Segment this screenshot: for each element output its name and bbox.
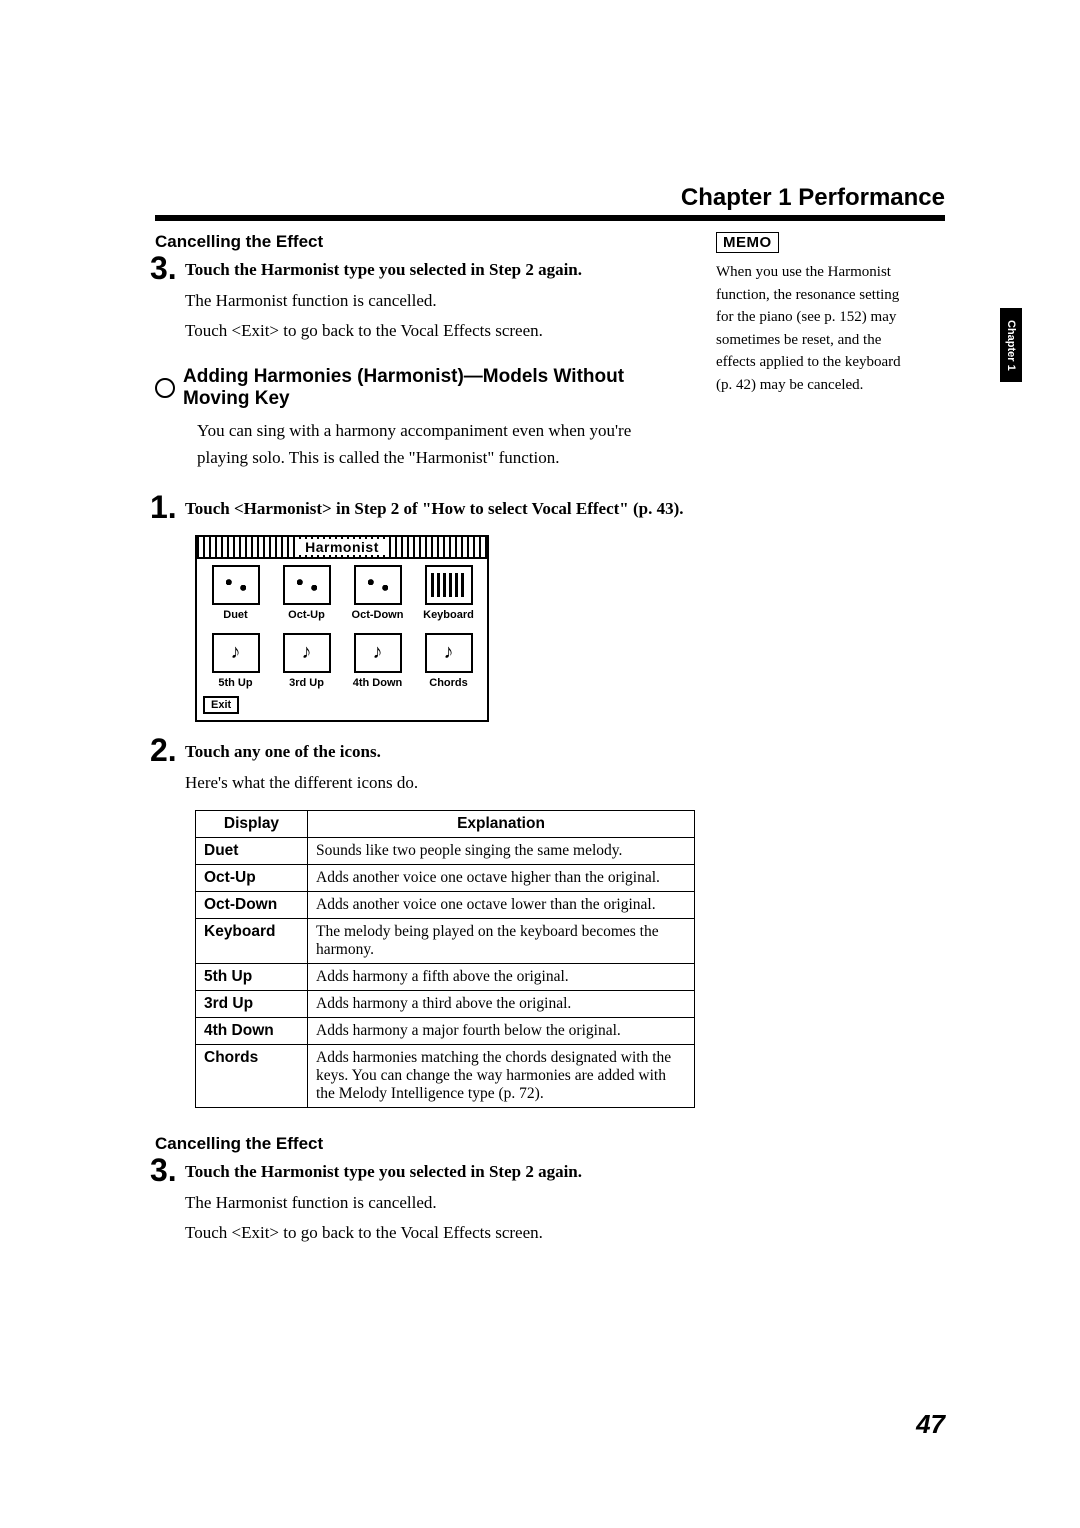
cancel-heading-2: Cancelling the Effect <box>155 1134 685 1154</box>
cell-explanation: Adds harmony a major fourth below the or… <box>308 1018 695 1045</box>
table-body: DuetSounds like two people singing the s… <box>196 838 695 1108</box>
lcd-title-text: Harmonist <box>297 539 387 555</box>
cell-explanation: Adds harmony a fifth above the original. <box>308 964 695 991</box>
main-column: Cancelling the Effect 3. Touch the Harmo… <box>155 224 685 1261</box>
keyboard-icon <box>425 565 473 605</box>
step-line: The Harmonist function is cancelled. <box>185 1190 685 1216</box>
header-rule <box>155 215 945 221</box>
cell-display: 5th Up <box>196 964 308 991</box>
step-number: 3. <box>150 250 184 287</box>
table-row: ChordsAdds harmonies matching the chords… <box>196 1045 695 1108</box>
section-heading-harmonist: Adding Harmonies (Harmonist)—Models With… <box>155 366 685 410</box>
lcd-button-chords[interactable]: Chords <box>416 633 481 689</box>
lcd-button-4th-down[interactable]: 4th Down <box>345 633 410 689</box>
cell-display: Oct-Down <box>196 892 308 919</box>
lcd-label: Duet <box>223 609 247 621</box>
chapter-title: Chapter 1 Performance <box>681 184 945 212</box>
step-instruction: Touch the Harmonist type you selected in… <box>185 1160 685 1184</box>
cell-display: Keyboard <box>196 919 308 964</box>
page-number: 47 <box>916 1409 945 1440</box>
step-line: The Harmonist function is cancelled. <box>185 288 685 314</box>
section-title: Adding Harmonies (Harmonist)—Models With… <box>183 366 685 410</box>
memo-label: MEMO <box>716 232 779 253</box>
cell-explanation: The melody being played on the keyboard … <box>308 919 695 964</box>
cancel-heading-1: Cancelling the Effect <box>155 232 685 252</box>
step-instruction: Touch <Harmonist> in Step 2 of "How to s… <box>185 497 685 521</box>
step-body: The Harmonist function is cancelled. Tou… <box>185 288 685 345</box>
cell-explanation: Adds another voice one octave lower than… <box>308 892 695 919</box>
step-3b: 3. Touch the Harmonist type you selected… <box>185 1160 685 1246</box>
lcd-row-2: 5th Up 3rd Up 4th Down Chords <box>197 627 487 695</box>
step-body: Here's what the different icons do. <box>185 770 685 796</box>
table-row: DuetSounds like two people singing the s… <box>196 838 695 865</box>
table-row: Oct-DownAdds another voice one octave lo… <box>196 892 695 919</box>
step-line: Touch <Exit> to go back to the Vocal Eff… <box>185 318 685 344</box>
lcd-title-bar: Harmonist <box>197 537 487 559</box>
step-2: 2. Touch any one of the icons. Here's wh… <box>185 740 685 796</box>
lcd-button-exit[interactable]: Exit <box>203 696 239 714</box>
section-intro: You can sing with a harmony accompanimen… <box>197 418 685 471</box>
lcd-label: Chords <box>429 677 468 689</box>
lcd-button-5th-up[interactable]: 5th Up <box>203 633 268 689</box>
cell-explanation: Adds harmony a third above the original. <box>308 991 695 1018</box>
cell-display: 3rd Up <box>196 991 308 1018</box>
harmonist-icons-table: Display Explanation DuetSounds like two … <box>195 810 695 1108</box>
harmonist-lcd: Harmonist Duet Oct-Up Oct-Down Keyboard … <box>195 535 489 722</box>
manual-page: Chapter 1 Performance Chapter 1 MEMO Whe… <box>0 0 1080 1528</box>
lcd-button-keyboard[interactable]: Keyboard <box>416 565 481 621</box>
step-number: 1. <box>150 489 184 526</box>
lcd-label: Oct-Up <box>288 609 325 621</box>
step-1: 1. Touch <Harmonist> in Step 2 of "How t… <box>185 497 685 521</box>
step-body: The Harmonist function is cancelled. Tou… <box>185 1190 685 1247</box>
lcd-button-oct-down[interactable]: Oct-Down <box>345 565 410 621</box>
lcd-label: 3rd Up <box>289 677 324 689</box>
table-row: 3rd UpAdds harmony a third above the ori… <box>196 991 695 1018</box>
lcd-button-3rd-up[interactable]: 3rd Up <box>274 633 339 689</box>
side-tab: Chapter 1 <box>1000 308 1022 382</box>
table-row: Oct-UpAdds another voice one octave high… <box>196 865 695 892</box>
memo-sidebar: MEMO When you use the Harmonist function… <box>716 232 916 396</box>
table-row: 5th UpAdds harmony a fifth above the ori… <box>196 964 695 991</box>
cell-display: Chords <box>196 1045 308 1108</box>
duet-icon <box>212 565 260 605</box>
lcd-label: 5th Up <box>218 677 252 689</box>
bullet-icon <box>155 378 175 398</box>
cell-display: 4th Down <box>196 1018 308 1045</box>
step-3a: 3. Touch the Harmonist type you selected… <box>185 258 685 344</box>
cell-display: Duet <box>196 838 308 865</box>
lcd-button-oct-up[interactable]: Oct-Up <box>274 565 339 621</box>
cell-explanation: Sounds like two people singing the same … <box>308 838 695 865</box>
lcd-button-duet[interactable]: Duet <box>203 565 268 621</box>
table-row: 4th DownAdds harmony a major fourth belo… <box>196 1018 695 1045</box>
third-up-icon <box>283 633 331 673</box>
step-number: 2. <box>150 732 184 769</box>
table-row: KeyboardThe melody being played on the k… <box>196 919 695 964</box>
lcd-label: 4th Down <box>353 677 403 689</box>
lcd-label: Oct-Down <box>352 609 404 621</box>
chords-icon <box>425 633 473 673</box>
col-explanation: Explanation <box>308 811 695 838</box>
col-display: Display <box>196 811 308 838</box>
step-instruction: Touch the Harmonist type you selected in… <box>185 258 685 282</box>
oct-up-icon <box>283 565 331 605</box>
cell-explanation: Adds another voice one octave higher tha… <box>308 865 695 892</box>
step-number: 3. <box>150 1152 184 1189</box>
step-line: Touch <Exit> to go back to the Vocal Eff… <box>185 1220 685 1246</box>
oct-down-icon <box>354 565 402 605</box>
cell-explanation: Adds harmonies matching the chords desig… <box>308 1045 695 1108</box>
cell-display: Oct-Up <box>196 865 308 892</box>
table-header-row: Display Explanation <box>196 811 695 838</box>
lcd-row-1: Duet Oct-Up Oct-Down Keyboard <box>197 559 487 627</box>
memo-text: When you use the Harmonist function, the… <box>716 261 916 396</box>
fifth-up-icon <box>212 633 260 673</box>
step-instruction: Touch any one of the icons. <box>185 740 685 764</box>
lcd-label: Keyboard <box>423 609 474 621</box>
fourth-down-icon <box>354 633 402 673</box>
